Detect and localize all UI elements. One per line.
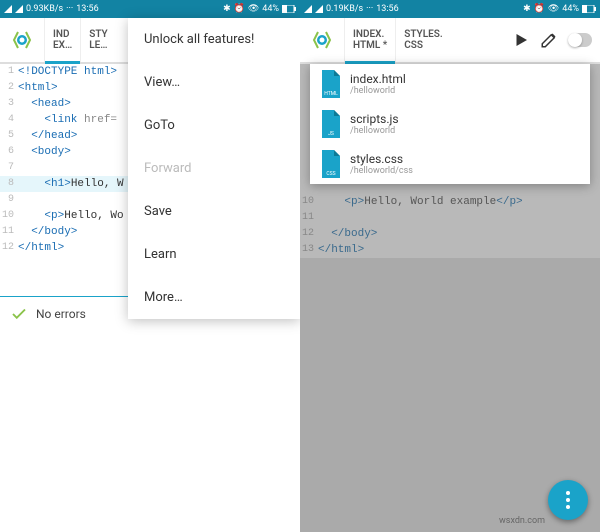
- menu-save[interactable]: Save: [128, 190, 300, 233]
- alarm-icon: ⏰: [534, 4, 545, 14]
- file-name: styles.css: [350, 152, 413, 166]
- status-bar-right: 0.19KB/s ··· 13:56 ✱ ⏰ 👁 44%: [300, 0, 600, 18]
- toggle-switch[interactable]: [568, 33, 592, 47]
- play-icon[interactable]: [512, 31, 530, 49]
- fab-more[interactable]: [548, 480, 588, 520]
- menu-learn[interactable]: Learn: [128, 233, 300, 276]
- file-path: /helloworld/css: [350, 166, 413, 176]
- tab-index-html[interactable]: INDEX. HTML *: [344, 18, 395, 62]
- menu-goto[interactable]: GoTo: [128, 104, 300, 147]
- file-path: /helloworld: [350, 86, 406, 96]
- status-bar-left: 0.93KB/s ··· 13:56 ✱ ⏰ 👁 44%: [0, 0, 300, 18]
- network-speed: 0.93KB/s: [26, 4, 63, 14]
- file-name: index.html: [350, 72, 406, 86]
- eye-icon: 👁: [248, 4, 259, 14]
- clock: 13:56: [376, 4, 398, 14]
- tab-bar-right: INDEX. HTML * STYLES. CSS: [300, 18, 600, 64]
- menu-unlock[interactable]: Unlock all features!: [128, 18, 300, 61]
- js-file-icon: JS: [318, 110, 342, 138]
- network-speed: 0.19KB/s: [326, 4, 363, 14]
- files-dropdown: HTML index.html /helloworld JS scripts.j…: [310, 64, 590, 184]
- file-item-scripts[interactable]: JS scripts.js /helloworld: [310, 104, 590, 144]
- file-item-index[interactable]: HTML index.html /helloworld: [310, 64, 590, 104]
- check-icon: [10, 305, 28, 323]
- menu-more[interactable]: More…: [128, 276, 300, 319]
- error-status: No errors: [36, 307, 86, 321]
- menu-view[interactable]: View…: [128, 61, 300, 104]
- eye-icon: 👁: [548, 4, 559, 14]
- svg-text:CSS: CSS: [326, 171, 335, 177]
- file-name: scripts.js: [350, 112, 399, 126]
- svg-text:HTML: HTML: [324, 91, 338, 97]
- file-path: /helloworld: [350, 126, 399, 136]
- tab-styles-css[interactable]: STYLES. CSS: [395, 18, 450, 62]
- alarm-icon: ⏰: [234, 4, 245, 14]
- file-item-styles[interactable]: CSS styles.css /helloworld/css: [310, 144, 590, 184]
- menu-forward: Forward: [128, 147, 300, 190]
- tab-styles[interactable]: STY LE…: [80, 18, 115, 62]
- battery-pct: 44%: [562, 4, 579, 14]
- svg-text:JS: JS: [328, 131, 334, 137]
- app-logo[interactable]: [0, 28, 44, 52]
- app-logo[interactable]: [300, 28, 344, 52]
- pencil-icon[interactable]: [540, 31, 558, 49]
- html-file-icon: HTML: [318, 70, 342, 98]
- css-file-icon: CSS: [318, 150, 342, 178]
- tab-index[interactable]: IND EX…: [44, 18, 80, 62]
- clock: 13:56: [76, 4, 98, 14]
- overflow-menu: Unlock all features! View… GoTo Forward …: [128, 18, 300, 319]
- watermark: wsxdn.com: [499, 516, 545, 526]
- battery-pct: 44%: [262, 4, 279, 14]
- more-vertical-icon: [566, 491, 570, 509]
